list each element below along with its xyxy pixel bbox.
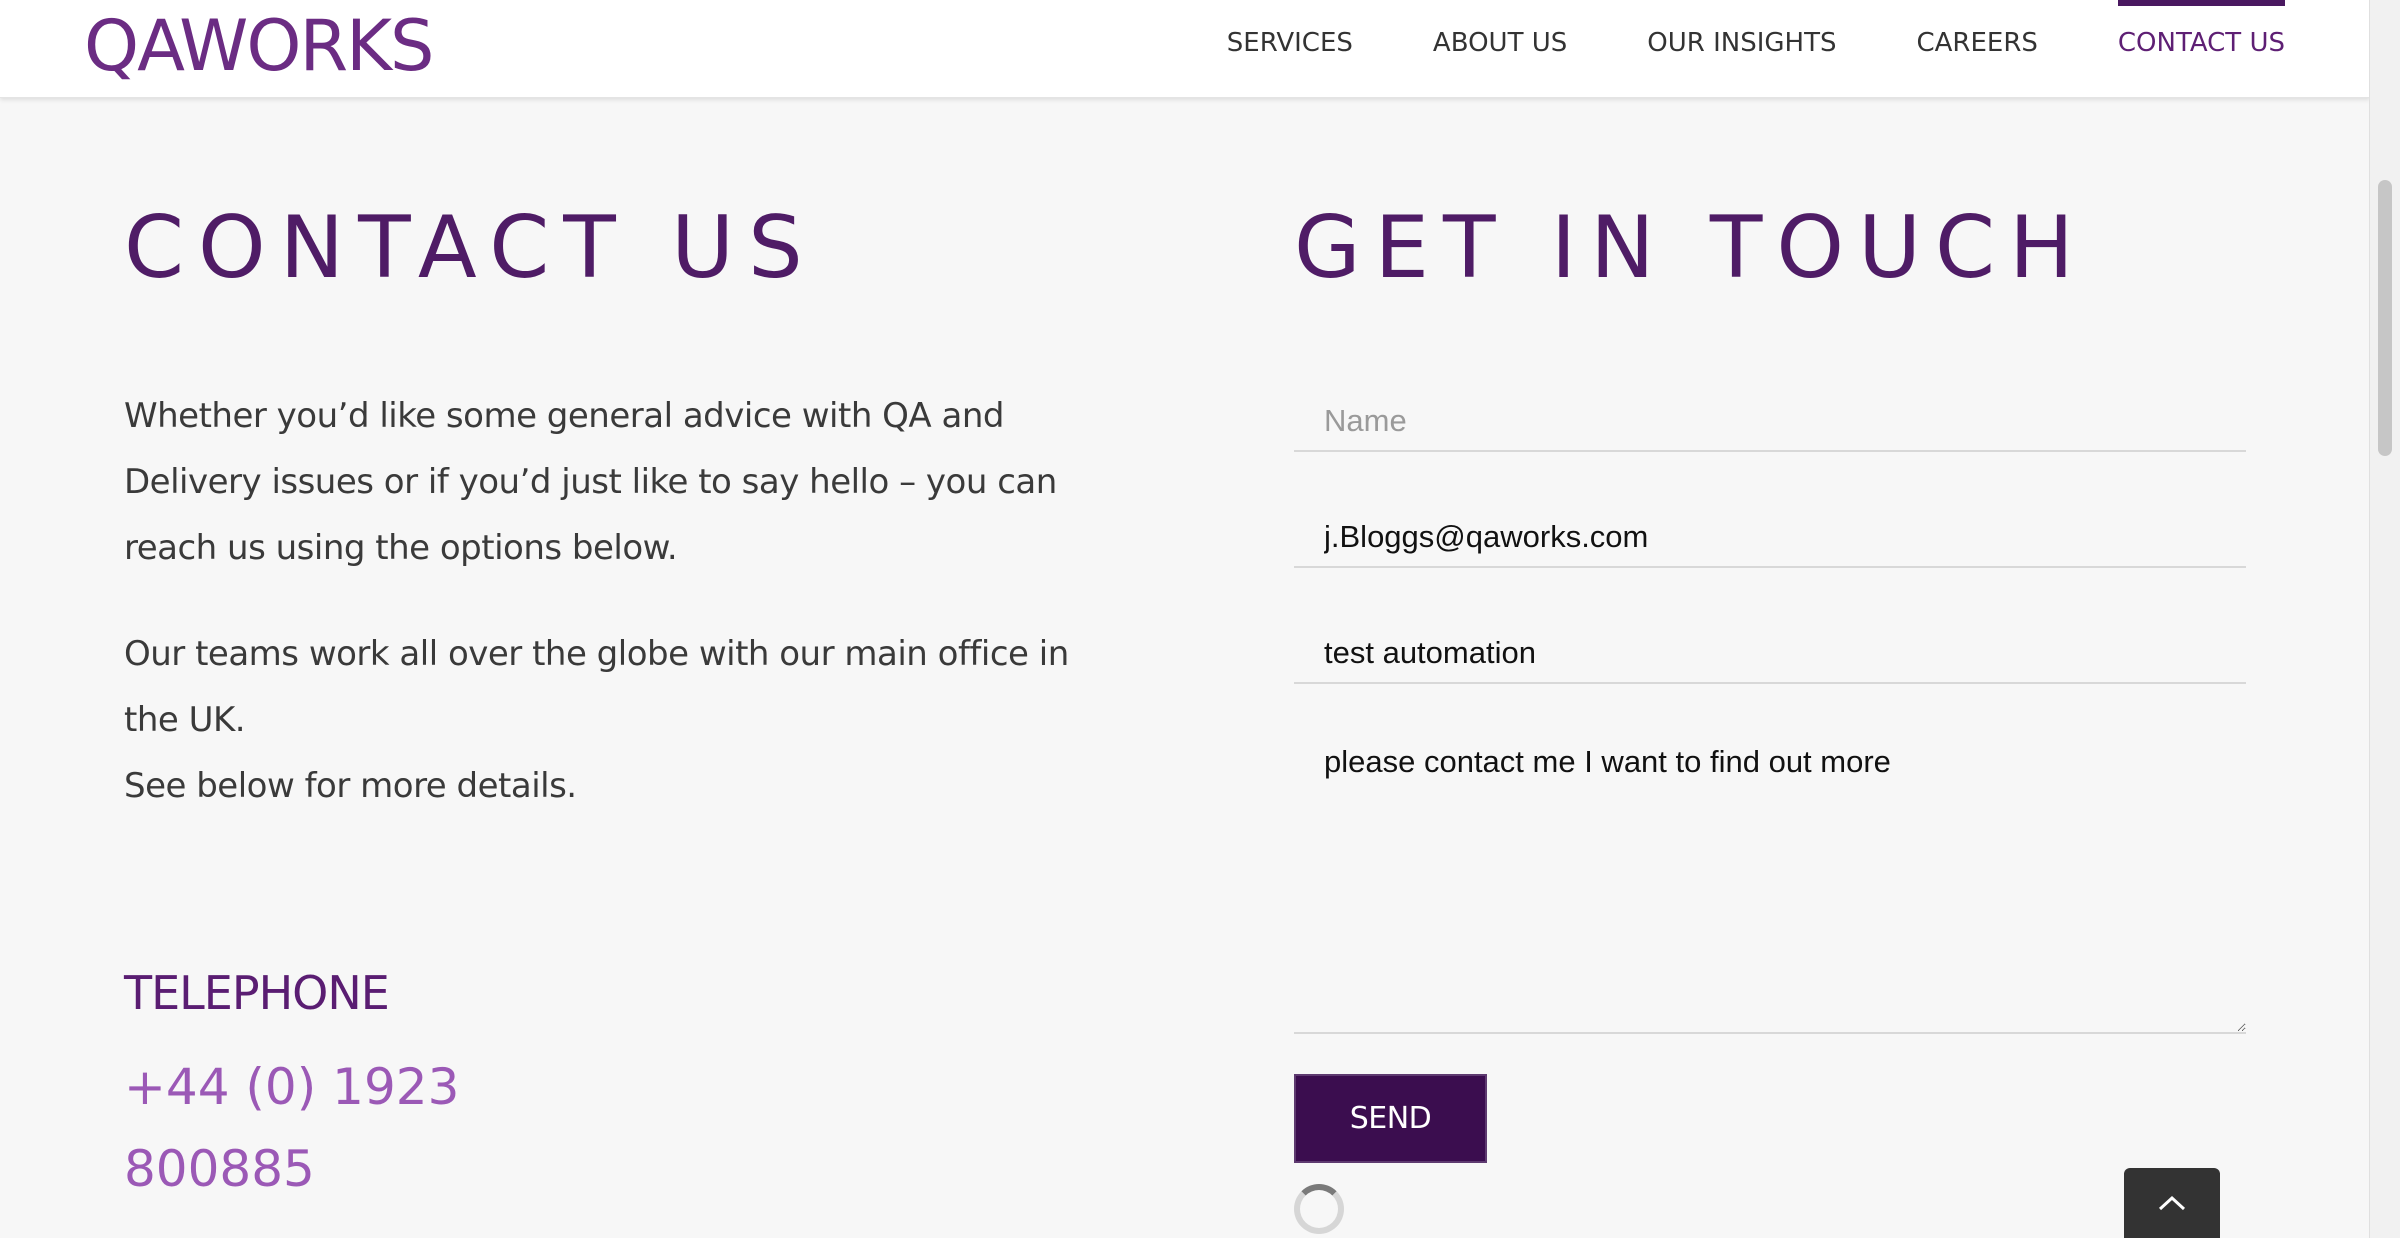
office-paragraph: Our teams work all over the globe with o…	[124, 621, 1084, 819]
chevron-up-icon	[2158, 1195, 2186, 1211]
qaworks-logo[interactable]: QAWORKS	[84, 2, 434, 90]
site-header: QAWORKS SERVICES ABOUT US OUR INSIGHTS C…	[0, 0, 2370, 98]
telephone-link[interactable]: +44 (0) 1923 800885	[124, 1046, 544, 1210]
nav-careers[interactable]: CAREERS	[1916, 0, 2037, 97]
subject-field[interactable]	[1294, 624, 2246, 684]
intro-paragraph: Whether you’d like some general advice w…	[124, 396, 1057, 568]
page-title: CONTACT US	[124, 198, 817, 298]
scrollbar[interactable]	[2369, 0, 2400, 1238]
form-title: GET IN TOUCH	[1294, 198, 2088, 298]
nav-our-insights[interactable]: OUR INSIGHTS	[1647, 0, 1836, 97]
more-details-text: See below for more details.	[124, 766, 577, 806]
main-nav: SERVICES ABOUT US OUR INSIGHTS CAREERS C…	[1147, 0, 2286, 97]
scrollbar-thumb[interactable]	[2378, 180, 2392, 456]
email-field[interactable]	[1294, 508, 2246, 568]
message-field[interactable]: please contact me I want to find out mor…	[1294, 730, 2246, 1034]
nav-services[interactable]: SERVICES	[1227, 0, 1353, 97]
name-field[interactable]	[1294, 392, 2246, 452]
nav-about-us[interactable]: ABOUT US	[1433, 0, 1567, 97]
spinner-icon	[1294, 1184, 1344, 1234]
send-button[interactable]: SEND	[1294, 1074, 1487, 1163]
nav-contact-us[interactable]: CONTACT US	[2117, 0, 2286, 97]
office-text: Our teams work all over the globe with o…	[124, 634, 1069, 740]
back-to-top-button[interactable]	[2124, 1168, 2220, 1238]
telephone-heading: TELEPHONE	[124, 966, 390, 1020]
